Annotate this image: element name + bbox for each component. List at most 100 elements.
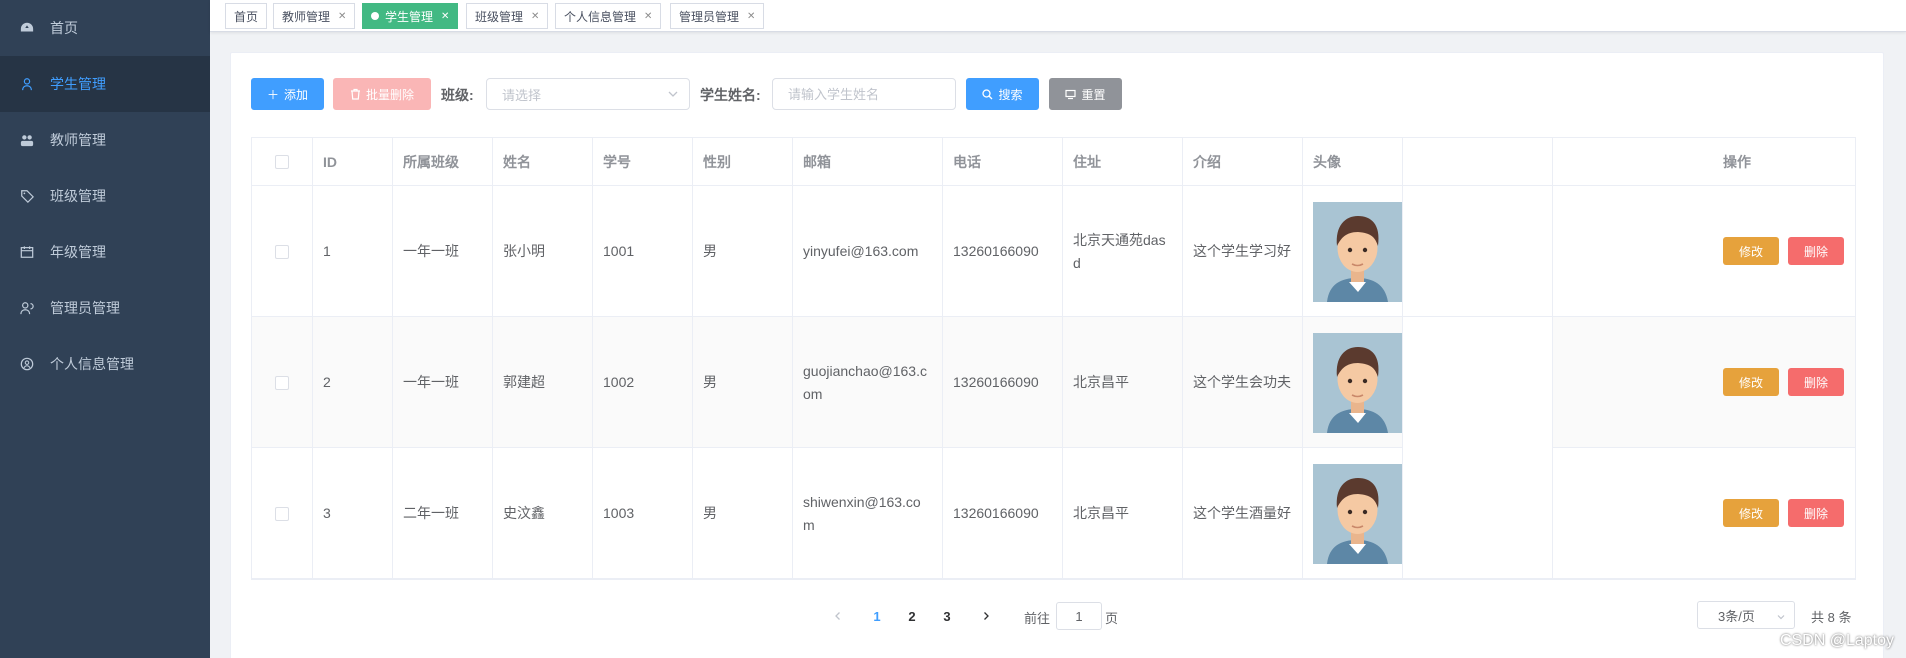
reset-button[interactable]: 重置	[1049, 78, 1122, 110]
cell-spacer	[1403, 317, 1553, 448]
edit-button[interactable]: 修改	[1723, 237, 1779, 265]
delete-button[interactable]: 删除	[1788, 368, 1844, 396]
chevron-right-icon	[984, 612, 989, 620]
cell-student-no: 1002	[593, 317, 693, 448]
table-row: 3 二年一班 史汶鑫 1003 男 shiwenxin@163.com 1326…	[252, 448, 1855, 579]
total-count: 共 8 条	[1811, 610, 1852, 625]
tag-label: 管理员管理	[679, 9, 740, 24]
close-icon[interactable]: ✕	[747, 11, 755, 22]
avatar	[1313, 463, 1402, 564]
row-checkbox[interactable]	[275, 375, 289, 390]
admin-icon	[20, 301, 34, 315]
sidebar-item-home[interactable]: 首页	[0, 0, 210, 56]
sidebar-item-label: 教师管理	[50, 132, 106, 148]
header-phone: 电话	[943, 138, 1063, 186]
sidebar-item-grades[interactable]: 年级管理	[0, 224, 210, 280]
sidebar-item-classes[interactable]: 班级管理	[0, 168, 210, 224]
cell-phone: 13260166090	[943, 317, 1063, 448]
reset-icon	[1065, 89, 1077, 100]
watermark: CSDN @Laptoy	[1779, 632, 1894, 649]
sidebar-item-students[interactable]: 学生管理	[0, 56, 210, 112]
sidebar-item-profile[interactable]: 个人信息管理	[0, 336, 210, 392]
row-checkbox[interactable]	[275, 506, 289, 521]
cell-phone: 13260166090	[943, 186, 1063, 317]
table-row: 2 一年一班 郭建超 1002 男 guojianchao@163.com 13…	[252, 317, 1855, 448]
header-intro: 介绍	[1183, 138, 1303, 186]
sidebar: 首页 学生管理 教师管理 班级管理 年级管理 管理员管理 个人信息管理	[0, 0, 210, 658]
tag-students[interactable]: 学生管理 ✕	[362, 3, 459, 29]
tag-label: 班级管理	[475, 9, 524, 24]
page-2[interactable]: 2	[897, 602, 927, 630]
sidebar-item-admins[interactable]: 管理员管理	[0, 280, 210, 336]
close-icon[interactable]: ✕	[644, 11, 652, 22]
cell-name: 史汶鑫	[493, 448, 593, 579]
cell-intro: 这个学生会功夫	[1183, 317, 1303, 448]
user-icon	[20, 77, 34, 91]
tag-admins[interactable]: 管理员管理 ✕	[670, 3, 765, 29]
cell-address: 北京昌平	[1063, 448, 1183, 579]
add-button-label: 添加	[284, 87, 309, 102]
sidebar-item-label: 管理员管理	[50, 300, 120, 316]
close-icon[interactable]: ✕	[338, 11, 346, 22]
cell-address: 北京天通苑dasd	[1063, 186, 1183, 317]
cell-email: shiwenxin@163.com	[793, 448, 943, 579]
goto-page-input[interactable]	[1056, 602, 1102, 630]
tag-label: 个人信息管理	[564, 9, 637, 24]
close-icon[interactable]: ✕	[531, 11, 539, 22]
header-actions: 操作	[1553, 138, 1855, 186]
page-3[interactable]: 3	[932, 602, 962, 630]
sidebar-item-teachers[interactable]: 教师管理	[0, 112, 210, 168]
cell-phone: 13260166090	[943, 448, 1063, 579]
cell-name: 张小明	[493, 186, 593, 317]
goto-suffix: 页	[1105, 611, 1119, 626]
plus-icon: ＋	[266, 87, 279, 102]
class-select[interactable]: 请选择	[486, 78, 690, 110]
page-size-select[interactable]: 3条/页	[1697, 601, 1795, 629]
delete-button[interactable]: 删除	[1788, 499, 1844, 527]
student-table: ID 所属班级 姓名 学号 性别 邮箱 电话 住址 介绍 头像 操作 1 一年一…	[251, 137, 1856, 580]
tag-teachers[interactable]: 教师管理 ✕	[273, 3, 356, 29]
header-gender: 性别	[693, 138, 793, 186]
tag-home[interactable]: 首页	[225, 3, 268, 29]
cell-email: guojianchao@163.com	[793, 317, 943, 448]
batch-delete-button[interactable]: 批量删除	[333, 78, 431, 110]
select-all-checkbox[interactable]	[275, 154, 289, 169]
header-student-no: 学号	[593, 138, 693, 186]
header-class: 所属班级	[393, 138, 493, 186]
tag-icon	[20, 189, 34, 203]
cell-avatar	[1303, 317, 1403, 448]
cell-student-no: 1001	[593, 186, 693, 317]
tag-profile[interactable]: 个人信息管理 ✕	[555, 3, 662, 29]
add-button[interactable]: ＋ 添加	[251, 78, 324, 110]
student-name-input[interactable]	[772, 78, 956, 110]
cell-address: 北京昌平	[1063, 317, 1183, 448]
page-size-value: 3条/页	[1718, 608, 1755, 624]
header-avatar: 头像	[1303, 138, 1403, 186]
cell-id: 2	[313, 317, 393, 448]
cell-email: yinyufei@163.com	[793, 186, 943, 317]
row-checkbox-cell	[252, 317, 313, 448]
close-icon[interactable]: ✕	[441, 11, 449, 22]
search-button[interactable]: 搜索	[966, 78, 1039, 110]
header-email: 邮箱	[793, 138, 943, 186]
sidebar-item-label: 学生管理	[50, 76, 106, 92]
tag-classes[interactable]: 班级管理 ✕	[466, 3, 549, 29]
edit-button[interactable]: 修改	[1723, 368, 1779, 396]
reset-button-label: 重置	[1081, 87, 1106, 102]
active-dot-icon	[371, 12, 379, 20]
page-1[interactable]: 1	[862, 602, 892, 630]
row-checkbox-cell	[252, 448, 313, 579]
row-checkbox[interactable]	[275, 244, 289, 259]
prev-page-button[interactable]	[828, 602, 848, 630]
sidebar-item-label: 班级管理	[50, 188, 106, 204]
tag-label: 首页	[234, 9, 259, 24]
delete-button[interactable]: 删除	[1788, 237, 1844, 265]
edit-button[interactable]: 修改	[1723, 499, 1779, 527]
search-button-label: 搜索	[998, 87, 1023, 102]
header-address: 住址	[1063, 138, 1183, 186]
next-page-button[interactable]	[976, 602, 996, 630]
header-spacer	[1403, 138, 1553, 186]
chevron-down-icon	[667, 88, 679, 103]
sidebar-item-label: 年级管理	[50, 244, 106, 260]
cell-spacer	[1403, 186, 1553, 317]
